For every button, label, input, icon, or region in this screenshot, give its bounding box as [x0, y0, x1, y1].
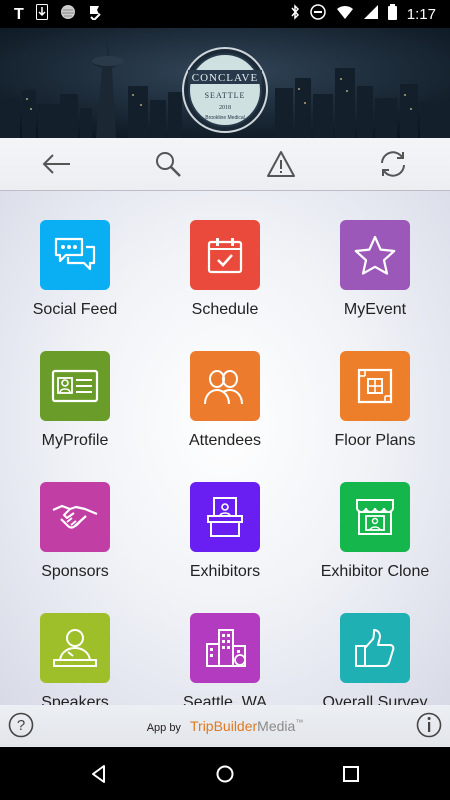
star-icon — [354, 235, 396, 275]
t-icon: T — [14, 5, 24, 23]
check-flag-icon — [88, 4, 104, 25]
nav-back-button[interactable] — [88, 763, 110, 785]
download-icon — [35, 4, 48, 25]
clock-time: 1:17 — [406, 5, 436, 23]
back-button[interactable] — [36, 144, 76, 184]
info-icon — [416, 712, 442, 738]
logo-subtitle: SEATTLE — [205, 91, 246, 100]
tile-label: Exhibitor Clone — [320, 563, 430, 580]
minus-circle-icon — [310, 4, 326, 24]
home-circle-icon — [216, 765, 234, 783]
nav-recents-button[interactable] — [340, 763, 362, 785]
brand-trip: TripBuilder — [190, 718, 258, 734]
tile-attendees[interactable]: Attendees — [150, 322, 300, 453]
handshake-icon — [52, 504, 98, 529]
tile-label: Social Feed — [32, 301, 118, 318]
event-banner: CONCLAVE SEATTLE 2018 Brookline Medical — [0, 28, 450, 138]
search-button[interactable] — [148, 144, 188, 184]
seattle-skyline-image: CONCLAVE SEATTLE 2018 Brookline Medical — [0, 28, 450, 138]
booth-icon — [207, 497, 243, 537]
tile-icon-box — [190, 613, 260, 683]
feature-grid: Social Feed Schedule MyEvent MyProfile A… — [0, 191, 450, 705]
tile-exhibitor-clone[interactable]: Exhibitor Clone — [300, 453, 450, 584]
floor-plan-icon — [357, 368, 393, 404]
logo-sponsor: Brookline Medical — [205, 115, 244, 121]
store-icon — [356, 499, 394, 535]
tile-overall-survey[interactable]: Overall Survey — [300, 584, 450, 705]
footer-bar: ? App by TripBuilderMedia™ — [0, 705, 450, 747]
tile-icon-box — [40, 482, 110, 552]
tile-icon-box — [40, 613, 110, 683]
recents-square-icon — [343, 766, 359, 782]
tile-label: MyProfile — [41, 432, 109, 449]
brand-media: Media — [257, 718, 296, 734]
tile-label: Sponsors — [41, 563, 109, 580]
logo-year: 2018 — [219, 105, 231, 111]
back-triangle-icon — [92, 765, 105, 783]
tile-label: Schedule — [191, 301, 259, 318]
alert-icon — [267, 151, 295, 177]
tile-icon-box — [340, 220, 410, 290]
tile-icon-box — [190, 482, 260, 552]
tile-label: Overall Survey — [322, 694, 428, 705]
speaker-icon — [53, 629, 97, 667]
logo-title: CONCLAVE — [192, 72, 258, 84]
tile-floor-plans[interactable]: Floor Plans — [300, 322, 450, 453]
id-card-icon — [51, 369, 99, 403]
thumbs-up-icon — [355, 629, 395, 667]
alert-button[interactable] — [261, 144, 301, 184]
tile-schedule[interactable]: Schedule — [150, 191, 300, 322]
tile-label: Seattle, WA — [183, 694, 267, 705]
tile-exhibitors[interactable]: Exhibitors — [150, 453, 300, 584]
signal-icon — [363, 5, 378, 23]
tile-speakers[interactable]: Speakers — [0, 584, 150, 705]
chat-bubbles-icon — [54, 237, 96, 271]
tile-myprofile[interactable]: MyProfile — [0, 322, 150, 453]
info-button[interactable] — [416, 712, 442, 738]
credits: App by TripBuilderMedia™ — [0, 718, 450, 734]
tile-icon-box — [190, 220, 260, 290]
tile-icon-box — [340, 351, 410, 421]
status-bar: T 1:17 — [0, 0, 450, 28]
tile-seattle-wa[interactable]: Seattle, WA — [150, 584, 300, 705]
tile-icon-box — [340, 613, 410, 683]
tile-label: Floor Plans — [334, 432, 416, 449]
bluetooth-icon — [290, 4, 300, 24]
tile-sponsors[interactable]: Sponsors — [0, 453, 150, 584]
tile-social-feed[interactable]: Social Feed — [0, 191, 150, 322]
toolbar — [0, 138, 450, 191]
city-icon — [206, 629, 246, 667]
android-nav-bar — [0, 747, 450, 800]
back-arrow-icon — [42, 154, 70, 174]
tile-label: Exhibitors — [189, 563, 261, 580]
brand-tm: ™ — [295, 718, 304, 727]
tile-icon-box — [190, 351, 260, 421]
people-icon — [204, 369, 243, 405]
tile-icon-box — [40, 351, 110, 421]
tile-icon-box — [40, 220, 110, 290]
calendar-icon — [207, 238, 243, 274]
battery-icon — [387, 4, 397, 24]
tile-label: Speakers — [41, 694, 109, 705]
wifi-icon — [336, 5, 354, 23]
tile-label: MyEvent — [343, 301, 407, 318]
tile-label: Attendees — [188, 432, 262, 449]
nav-home-button[interactable] — [214, 763, 236, 785]
refresh-button[interactable] — [373, 144, 413, 184]
tile-icon-box — [340, 482, 410, 552]
search-icon — [156, 152, 181, 177]
circle-icon — [60, 4, 76, 25]
tile-myevent[interactable]: MyEvent — [300, 191, 450, 322]
refresh-icon — [381, 151, 405, 177]
app-by-text: App by — [146, 722, 181, 734]
